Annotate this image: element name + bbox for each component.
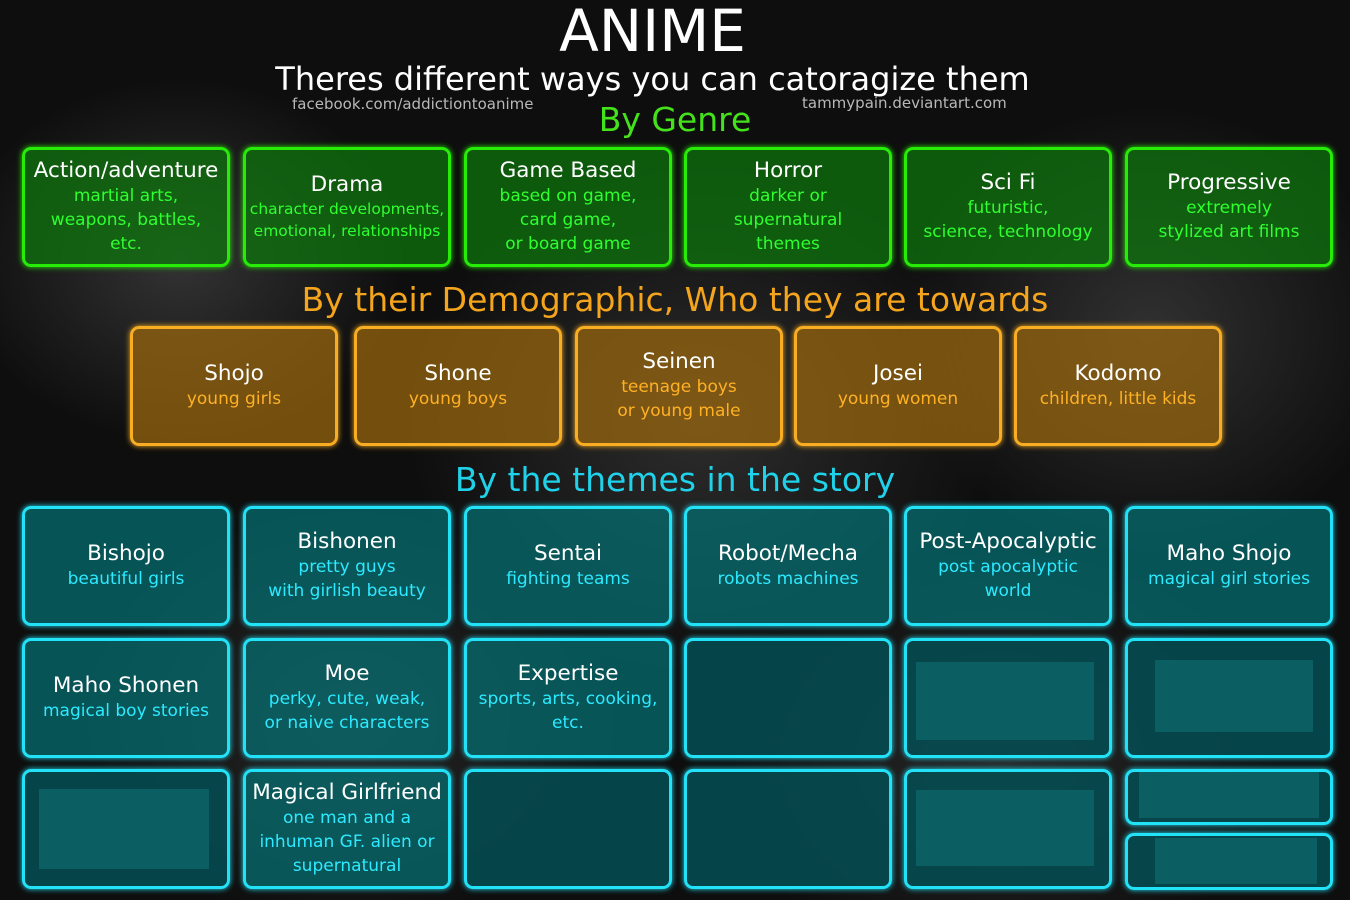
- genre-box-horror: Horror darker or supernatural themes: [684, 147, 892, 267]
- demographic-box-title: Shojo: [204, 361, 264, 386]
- demographic-box-kodomo: Kodomo children, little kids: [1014, 326, 1222, 446]
- theme-box-title: Bishojo: [87, 541, 165, 566]
- demographic-box-seinen: Seinen teenage boys or young male: [575, 326, 783, 446]
- theme-box-title: Post-Apocalyptic: [919, 529, 1097, 554]
- theme-box-sentai: Sentai fighting teams: [464, 506, 672, 626]
- page-title: ANIME: [559, 0, 746, 65]
- demographic-box-desc: teenage boys or young male: [617, 377, 741, 421]
- theme-box-empty: [684, 769, 892, 889]
- redaction-block: [1155, 838, 1317, 884]
- theme-box-desc: pretty guys with girlish beauty: [268, 557, 426, 601]
- genre-box-progressive: Progressive extremely stylized art films: [1125, 147, 1333, 267]
- genre-box-sci-fi: Sci Fi futuristic, science, technology: [904, 147, 1112, 267]
- theme-box-desc: magical boy stories: [43, 701, 209, 721]
- demographic-heading: By their Demographic, Who they are towar…: [301, 280, 1049, 319]
- theme-box-maho-shojo: Maho Shojo magical girl stories: [1125, 506, 1333, 626]
- theme-box-bishojo: Bishojo beautiful girls: [22, 506, 230, 626]
- genre-heading: By Genre: [598, 100, 752, 139]
- theme-box-magical-girlfriend: Magical Girlfriend one man and a inhuman…: [243, 769, 451, 889]
- theme-box-bishonen: Bishonen pretty guys with girlish beauty: [243, 506, 451, 626]
- demographic-box-title: Shone: [424, 361, 492, 386]
- themes-heading: By the themes in the story: [454, 460, 896, 499]
- theme-box-maho-shonen: Maho Shonen magical boy stories: [22, 638, 230, 758]
- theme-box-desc: beautiful girls: [67, 569, 185, 589]
- demographic-box-desc: young women: [837, 389, 959, 409]
- theme-box-desc: perky, cute, weak, or naive characters: [264, 689, 430, 733]
- theme-box-empty: [464, 769, 672, 889]
- demographic-box-shone: Shone young boys: [354, 326, 562, 446]
- genre-box-desc: extremely stylized art films: [1158, 198, 1300, 242]
- theme-box-desc: robots machines: [717, 569, 859, 589]
- redaction-block: [1139, 772, 1319, 818]
- genre-box-drama: Drama character developments, emotional,…: [243, 147, 451, 267]
- theme-box-empty: [684, 638, 892, 758]
- theme-box-post-apocalyptic: Post-Apocalyptic post apocalyptic world: [904, 506, 1112, 626]
- genre-box-title: Game Based: [499, 158, 637, 183]
- genre-box-desc: futuristic, science, technology: [923, 198, 1093, 242]
- demographic-box-title: Seinen: [642, 349, 716, 374]
- genre-box-desc: character developments, emotional, relat…: [249, 200, 445, 240]
- theme-box-title: Bishonen: [297, 529, 397, 554]
- theme-box-title: Magical Girlfriend: [252, 780, 442, 805]
- redaction-block: [916, 662, 1094, 740]
- genre-box-desc: darker or supernatural themes: [733, 186, 843, 254]
- genre-box-title: Progressive: [1167, 170, 1291, 195]
- theme-box-title: Maho Shojo: [1166, 541, 1292, 566]
- redaction-block: [916, 790, 1094, 866]
- theme-box-moe: Moe perky, cute, weak, or naive characte…: [243, 638, 451, 758]
- theme-box-desc: fighting teams: [506, 569, 630, 589]
- demographic-box-shojo: Shojo young girls: [130, 326, 338, 446]
- page-subtitle: Theres different ways you can catoragize…: [275, 60, 1030, 98]
- demographic-box-desc: young girls: [186, 389, 282, 409]
- demographic-box-josei: Josei young women: [794, 326, 1002, 446]
- genre-box-title: Horror: [753, 158, 823, 183]
- theme-box-title: Maho Shonen: [52, 673, 200, 698]
- theme-box-desc: sports, arts, cooking, etc.: [478, 689, 658, 733]
- theme-box-title: Moe: [324, 661, 370, 686]
- redaction-block: [1155, 660, 1313, 732]
- theme-box-desc: post apocalyptic world: [938, 557, 1078, 601]
- genre-box-title: Drama: [310, 172, 384, 197]
- redaction-block: [39, 789, 209, 869]
- demographic-box-desc: children, little kids: [1039, 389, 1197, 409]
- theme-box-desc: one man and a inhuman GF. alien or super…: [259, 808, 435, 876]
- theme-box-desc: magical girl stories: [1148, 569, 1310, 589]
- genre-box-desc: based on game, card game, or board game: [499, 186, 637, 254]
- demographic-box-desc: young boys: [408, 389, 508, 409]
- theme-box-expertise: Expertise sports, arts, cooking, etc.: [464, 638, 672, 758]
- theme-box-title: Sentai: [533, 541, 603, 566]
- genre-box-game-based: Game Based based on game, card game, or …: [464, 147, 672, 267]
- genre-box-title: Sci Fi: [980, 170, 1036, 195]
- genre-box-desc: martial arts, weapons, battles, etc.: [50, 186, 202, 254]
- genre-box-title: Action/adventure: [33, 158, 219, 183]
- demographic-box-title: Josei: [873, 361, 923, 386]
- theme-box-title: Expertise: [517, 661, 619, 686]
- theme-box-title: Robot/Mecha: [717, 541, 858, 566]
- theme-box-robot-mecha: Robot/Mecha robots machines: [684, 506, 892, 626]
- genre-box-action: Action/adventure martial arts, weapons, …: [22, 147, 230, 267]
- demographic-box-title: Kodomo: [1074, 361, 1162, 386]
